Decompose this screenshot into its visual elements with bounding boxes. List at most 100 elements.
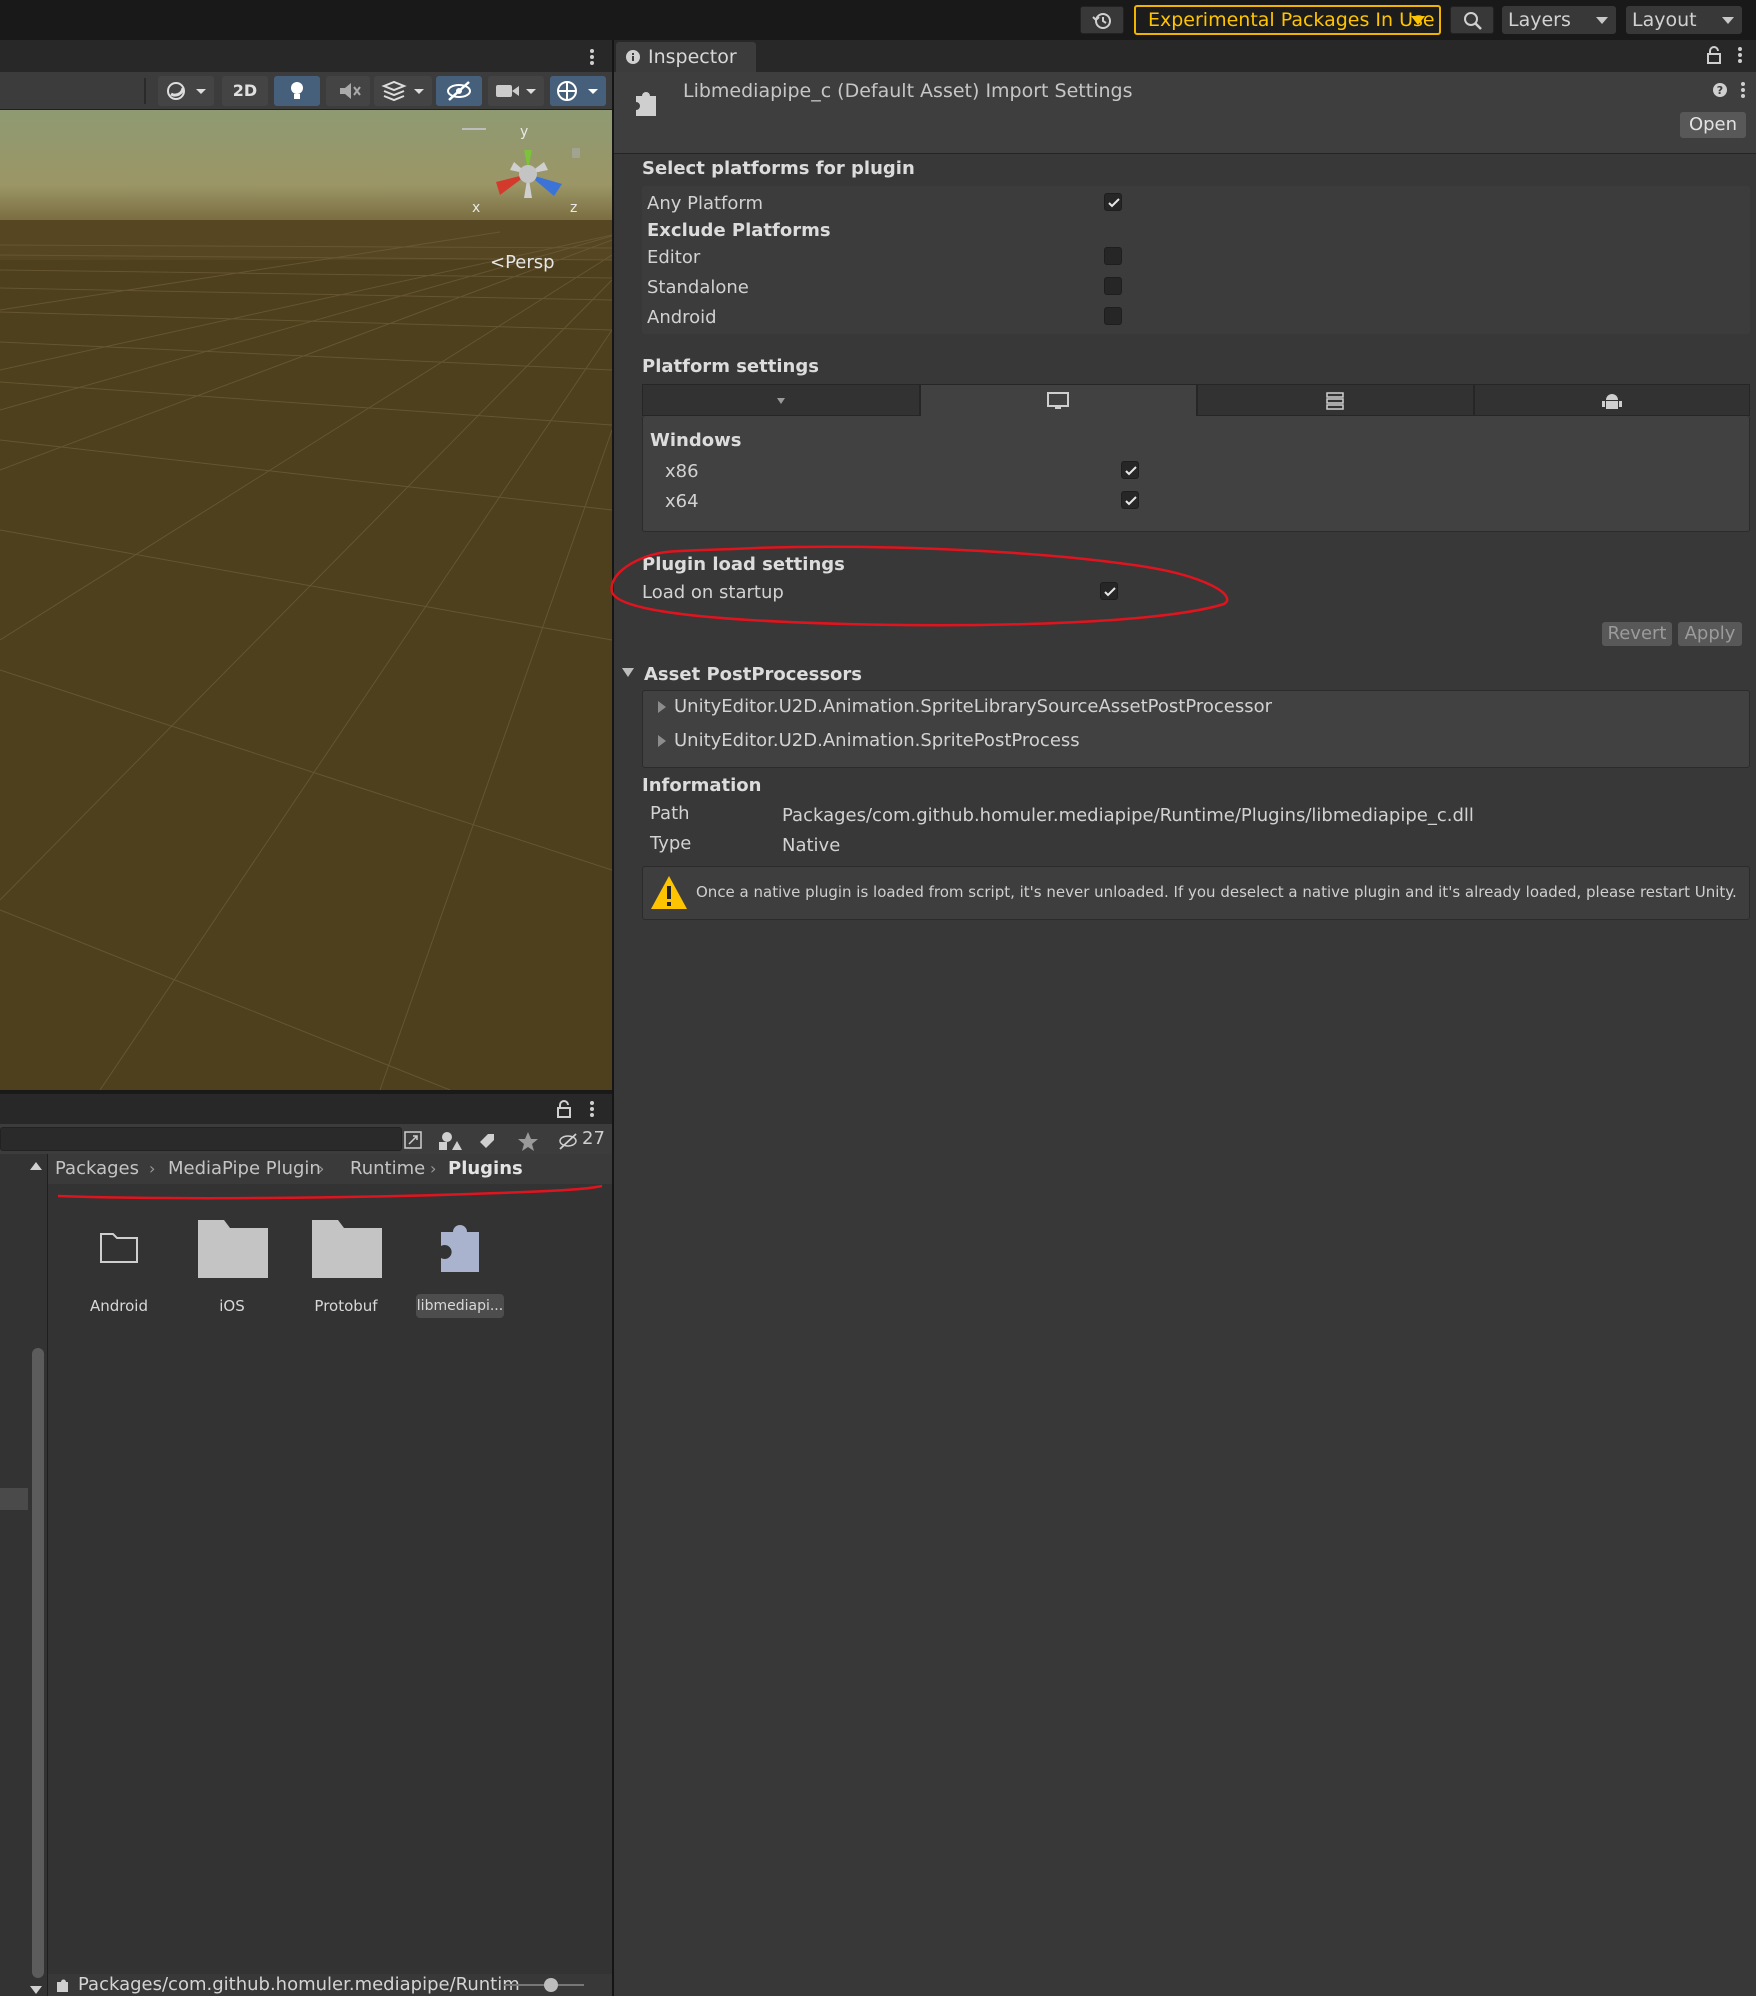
checkmark-icon: [1108, 198, 1120, 208]
folder-asset-ios[interactable]: iOS: [182, 1212, 282, 1322]
search-icon: [1464, 12, 1482, 30]
any-platform-checkbox[interactable]: [1104, 193, 1122, 211]
revert-button[interactable]: Revert: [1602, 622, 1672, 646]
lock-icon[interactable]: [1706, 46, 1722, 64]
layout-dropdown[interactable]: Layout: [1626, 6, 1742, 34]
2d-mode-button[interactable]: 2D: [222, 76, 268, 106]
history-button[interactable]: [1080, 6, 1124, 34]
favorite-star-icon[interactable]: [518, 1132, 538, 1151]
arch-x86-checkbox[interactable]: [1121, 461, 1139, 479]
main-toolbar: Experimental Packages In Use Layers Layo…: [0, 0, 1756, 40]
server-icon: [1326, 392, 1344, 410]
chevron-right-icon: ›: [149, 1159, 156, 1178]
tab-platform-android[interactable]: [1474, 384, 1750, 416]
select-platforms-box: [642, 186, 1750, 334]
foldout-collapsed-icon[interactable]: [658, 735, 666, 747]
lock-icon[interactable]: [556, 1100, 572, 1118]
postprocessor-item[interactable]: UnityEditor.U2D.Animation.SpriteLibraryS…: [674, 696, 1272, 717]
camera-dropdown[interactable]: [488, 76, 544, 106]
scroll-up-arrow-icon[interactable]: [30, 1162, 42, 1170]
more-menu-icon[interactable]: [1738, 82, 1748, 100]
effects-dropdown[interactable]: [374, 76, 432, 106]
experimental-packages-label: Experimental Packages In Use: [1148, 9, 1435, 31]
effects-stack-icon: [381, 80, 424, 102]
tree-scrollbar[interactable]: [32, 1348, 44, 1978]
axis-label-y: y: [520, 124, 529, 140]
scene-toolbar: 2D: [0, 72, 612, 110]
help-icon[interactable]: ?: [1712, 82, 1728, 98]
more-menu-icon[interactable]: [586, 1100, 598, 1118]
scroll-down-arrow-icon[interactable]: [30, 1986, 42, 1994]
platform-settings-box: [642, 416, 1750, 532]
filter-type-icon[interactable]: [439, 1132, 462, 1150]
type-value: Native: [782, 835, 841, 856]
folder-icon: [198, 1220, 268, 1278]
breadcrumb-item-packages[interactable]: Packages: [55, 1154, 139, 1184]
search-button[interactable]: [1450, 6, 1494, 34]
lighting-toggle[interactable]: [274, 76, 320, 106]
chevron-down-icon: [1722, 17, 1734, 24]
projection-toggle[interactable]: <Persp: [490, 252, 555, 273]
plugin-puzzle-icon: [441, 1225, 479, 1272]
axis-label-z: z: [570, 200, 578, 216]
asset-label: iOS: [219, 1297, 245, 1315]
checkmark-icon: [1125, 496, 1137, 506]
experimental-packages-dropdown[interactable]: Experimental Packages In Use: [1134, 5, 1441, 35]
more-menu-icon[interactable]: [1734, 46, 1746, 64]
tab-platform-standalone[interactable]: [920, 384, 1197, 416]
more-menu-icon[interactable]: [586, 48, 598, 66]
hidden-packages-icon[interactable]: [559, 1133, 577, 1150]
checkmark-icon: [1125, 466, 1137, 476]
folder-asset-protobuf[interactable]: Protobuf: [296, 1212, 396, 1322]
folder-asset-android[interactable]: Android: [69, 1212, 169, 1322]
tab-inspector[interactable]: Inspector: [616, 42, 756, 72]
hidden-objects-toggle[interactable]: [436, 76, 482, 106]
postprocessors-heading[interactable]: Asset PostProcessors: [644, 664, 862, 685]
plugin-puzzle-icon: [57, 1979, 68, 1992]
plugin-asset-libmediapipe[interactable]: libmediapi...: [409, 1212, 509, 1322]
plugin-puzzle-icon: [636, 92, 656, 116]
apply-button[interactable]: Apply: [1678, 622, 1742, 646]
layers-dropdown[interactable]: Layers: [1502, 6, 1616, 34]
exclude-editor-label: Editor: [647, 247, 701, 268]
tab-platform-server[interactable]: [1197, 384, 1474, 416]
eye-hidden-icon: [447, 81, 471, 101]
arch-x64-label: x64: [665, 491, 699, 512]
tab-platform-default[interactable]: [642, 384, 920, 416]
svg-text:?: ?: [1717, 84, 1723, 97]
foldout-collapsed-icon[interactable]: [658, 701, 666, 713]
search-by-type-icon[interactable]: [404, 1131, 422, 1149]
project-search-input[interactable]: [0, 1127, 402, 1151]
audio-toggle[interactable]: [326, 76, 370, 106]
postprocessor-item[interactable]: UnityEditor.U2D.Animation.SpritePostProc…: [674, 730, 1080, 751]
warning-help-box: Once a native plugin is loaded from scri…: [642, 866, 1750, 920]
chevron-left-icon: <: [490, 252, 506, 273]
label-tag-icon[interactable]: [480, 1134, 494, 1148]
breadcrumb-item-plugins[interactable]: Plugins: [448, 1154, 523, 1184]
open-button[interactable]: Open: [1680, 112, 1746, 138]
inspector-header: Libmediapipe_c (Default Asset) Import Se…: [614, 72, 1756, 154]
arch-x64-checkbox[interactable]: [1121, 491, 1139, 509]
exclude-standalone-checkbox[interactable]: [1104, 277, 1122, 295]
exclude-editor-checkbox[interactable]: [1104, 247, 1122, 265]
history-icon: [1092, 13, 1111, 29]
monitor-icon: [1047, 392, 1069, 409]
light-bulb-icon: [291, 82, 303, 99]
warning-icon: [651, 876, 687, 909]
zoom-slider-thumb[interactable]: [544, 1978, 558, 1992]
draw-mode-button[interactable]: [158, 76, 214, 106]
any-platform-label: Any Platform: [647, 193, 764, 214]
tree-selected-row[interactable]: [0, 1488, 28, 1510]
exclude-android-checkbox[interactable]: [1104, 307, 1122, 325]
folder-icon: [312, 1220, 382, 1278]
scene-viewport[interactable]: y x z <Persp: [0, 110, 612, 1090]
foldout-expanded-icon[interactable]: [622, 668, 634, 677]
chevron-right-icon: ›: [430, 1159, 437, 1178]
breadcrumb-item-mediapipe-plugin[interactable]: MediaPipe Plugin: [168, 1154, 321, 1184]
default-platform-icon: [777, 398, 785, 404]
windows-heading: Windows: [650, 430, 742, 451]
breadcrumb-item-runtime[interactable]: Runtime: [350, 1154, 425, 1184]
breadcrumb: Packages › MediaPipe Plugin › Runtime › …: [48, 1154, 612, 1184]
project-folder-tree[interactable]: [0, 1154, 48, 1996]
gizmos-dropdown[interactable]: [550, 76, 606, 106]
